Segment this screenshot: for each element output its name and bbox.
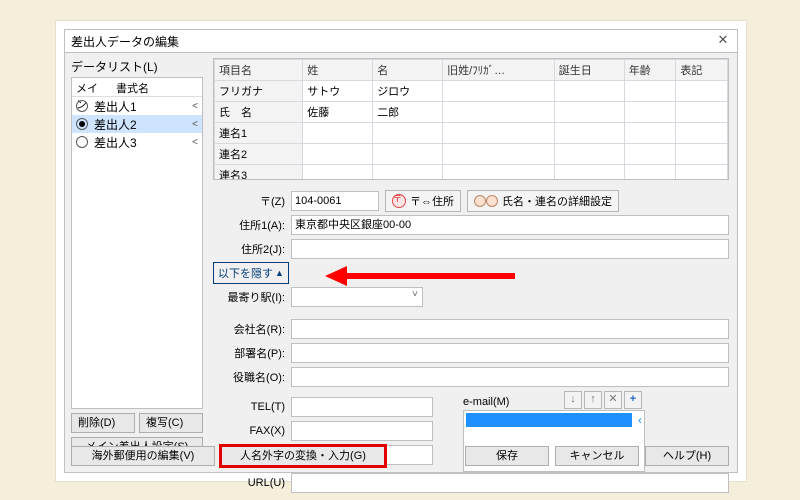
company-label: 会社名(R): (213, 321, 291, 337)
tel-input[interactable] (291, 397, 433, 417)
close-icon[interactable]: ✕ (715, 33, 731, 49)
dept-label: 部署名(P): (213, 345, 291, 361)
dept-input[interactable] (291, 343, 729, 363)
table-row[interactable]: 氏 名佐藤二郎 (215, 102, 728, 123)
name-detail-button[interactable]: 氏名・連名の詳細設定 (467, 190, 619, 212)
people-icon (474, 195, 498, 207)
list-item[interactable]: 差出人2 < (72, 115, 202, 133)
zip-address-button[interactable]: 〒⇔住所 (385, 190, 461, 212)
station-select[interactable] (291, 287, 423, 307)
name-grid[interactable]: 項目名姓名 旧姓/ﾌﾘｶﾞ…誕生日年齢表記 フリガナサトウジロウ 氏 名佐藤二郎… (213, 58, 729, 180)
copy-button[interactable]: 複写(C) (139, 413, 203, 433)
chevron-icon: < (192, 101, 198, 112)
overseas-edit-button[interactable]: 海外郵便用の編集(V) (71, 446, 215, 466)
postal-icon (392, 194, 406, 208)
dialog-body: データリスト(L) メイン 書式名 差出人1 < 差出人2 < (65, 52, 737, 472)
email-delete-icon[interactable]: ✕ (604, 391, 622, 409)
table-row[interactable]: 連名2 (215, 144, 728, 165)
right-panel: 項目名姓名 旧姓/ﾌﾘｶﾞ…誕生日年齢表記 フリガナサトウジロウ 氏 名佐藤二郎… (213, 58, 729, 432)
url-label: URL(U) (213, 477, 291, 489)
radio-icon[interactable] (76, 136, 88, 148)
list-item[interactable]: 差出人1 < (72, 97, 202, 115)
title-label: 役職名(O): (213, 369, 291, 385)
cancel-button[interactable]: キャンセル (555, 446, 639, 466)
zip-label: 〒(Z) (213, 193, 291, 209)
dialog-title: 差出人データの編集 (71, 33, 715, 50)
fax-label: FAX(X) (213, 425, 291, 437)
zip-input[interactable]: 104-0061 (291, 191, 379, 211)
email-move-up-icon[interactable]: ↑ (584, 391, 602, 409)
addr2-input[interactable] (291, 239, 729, 259)
datalist-header: メイン 書式名 (72, 78, 202, 97)
left-panel: データリスト(L) メイン 書式名 差出人1 < 差出人2 < (71, 58, 203, 432)
dialog-footer: 海外郵便用の編集(V) 人名外字の変換・入力(G) 保存 キャンセル ヘルプ(H… (71, 446, 729, 466)
grid-header-row: 項目名姓名 旧姓/ﾌﾘｶﾞ…誕生日年齢表記 (215, 60, 728, 81)
gaiji-convert-button[interactable]: 人名外字の変換・入力(G) (221, 446, 385, 466)
save-button[interactable]: 保存 (465, 446, 549, 466)
help-button[interactable]: ヘルプ(H) (645, 446, 729, 466)
list-item[interactable]: 差出人3 < (72, 133, 202, 151)
radio-icon[interactable] (76, 118, 88, 130)
titlebar: 差出人データの編集 ✕ (65, 30, 737, 53)
url-input[interactable] (291, 473, 729, 493)
company-input[interactable] (291, 319, 729, 339)
addr1-label: 住所1(A): (213, 217, 291, 233)
email-selected-row[interactable] (466, 413, 632, 427)
email-move-down-icon[interactable]: ↓ (564, 391, 582, 409)
tel-label: TEL(T) (213, 401, 291, 413)
fax-input[interactable] (291, 421, 433, 441)
email-add-icon[interactable]: + (624, 391, 642, 409)
chevron-icon: < (192, 137, 198, 148)
addr1-input[interactable]: 東京都中央区銀座00-00 (291, 215, 729, 235)
table-row[interactable]: フリガナサトウジロウ (215, 81, 728, 102)
email-toolbar: ↓ ↑ ✕ + (564, 391, 642, 409)
dialog-sender-data-edit: 差出人データの編集 ✕ データリスト(L) メイン 書式名 差出人1 < (64, 29, 738, 473)
delete-button[interactable]: 削除(D) (71, 413, 135, 433)
station-label: 最寄り駅(I): (213, 289, 291, 305)
table-row[interactable]: 連名1 (215, 123, 728, 144)
datalist-listbox[interactable]: メイン 書式名 差出人1 < 差出人2 < 差 (71, 77, 203, 409)
title-input[interactable] (291, 367, 729, 387)
chevron-icon: < (192, 119, 198, 130)
table-row[interactable]: 連名3 (215, 165, 728, 181)
datalist-label: データリスト(L) (71, 58, 203, 75)
addr2-label: 住所2(J): (213, 241, 291, 257)
hide-below-button[interactable]: 以下を隠す ▲ (213, 262, 289, 284)
screenshot-frame: 差出人データの編集 ✕ データリスト(L) メイン 書式名 差出人1 < (55, 20, 747, 482)
triangle-up-icon: ▲ (275, 268, 284, 278)
radio-icon[interactable] (76, 100, 88, 112)
